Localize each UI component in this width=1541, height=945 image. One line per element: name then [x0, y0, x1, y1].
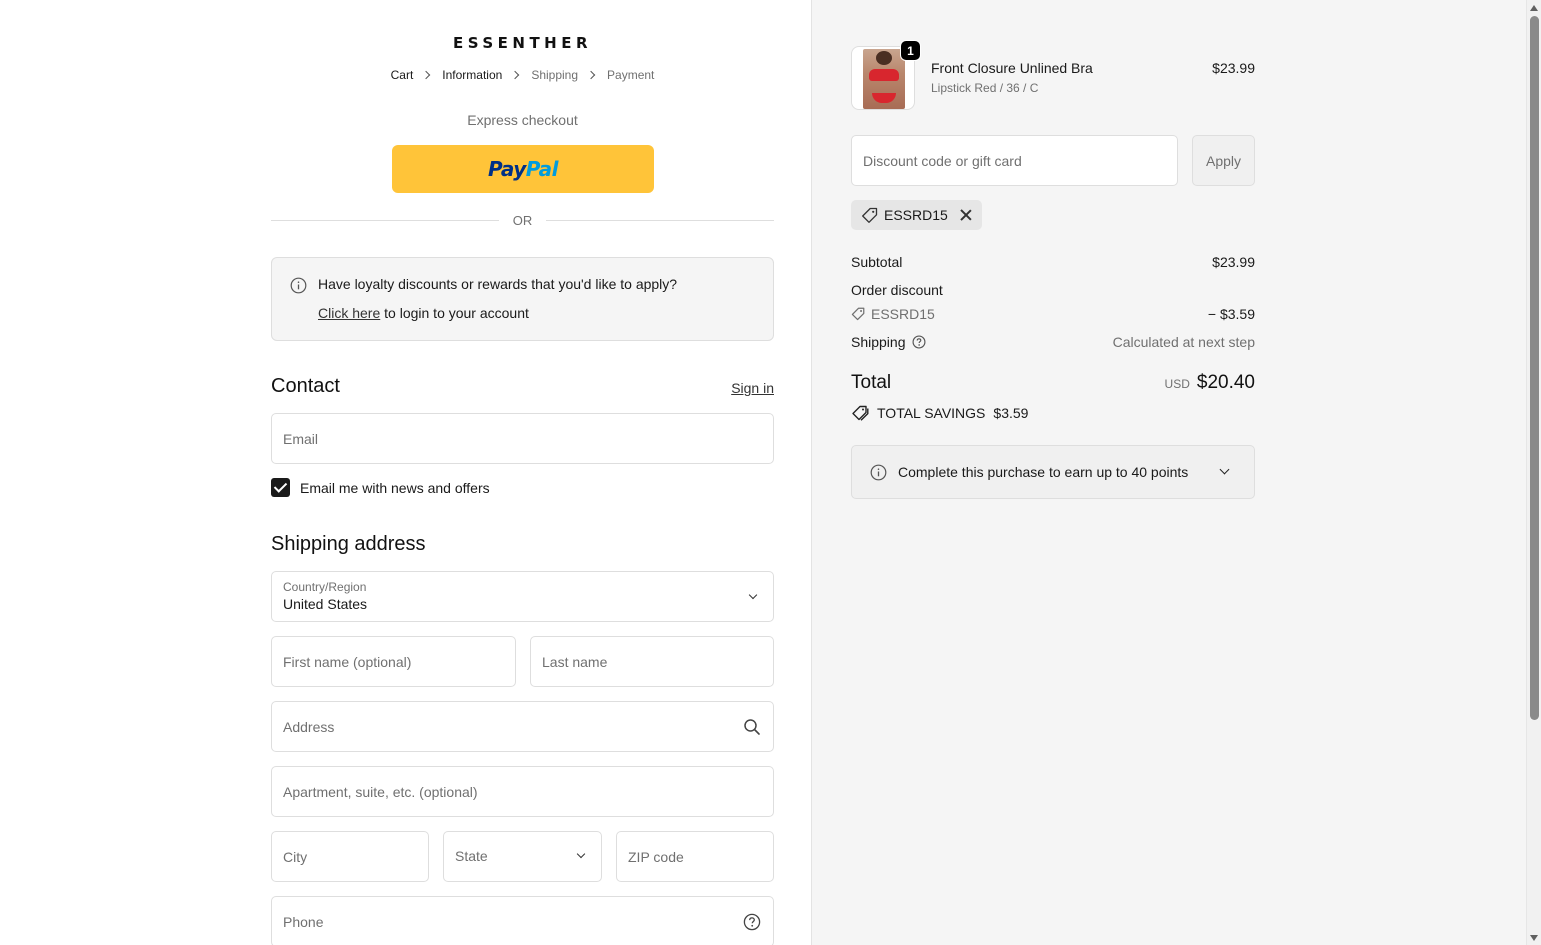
subtotal-value: $23.99	[1212, 254, 1255, 270]
brief-shape	[872, 93, 896, 103]
points-text: Complete this purchase to earn up to 40 …	[898, 464, 1189, 480]
loyalty-points-accordion[interactable]: Complete this purchase to earn up to 40 …	[851, 445, 1255, 499]
zip-code-field[interactable]: ZIP code	[616, 831, 774, 882]
newsletter-label: Email me with news and offers	[300, 479, 490, 496]
scroll-down-arrow-icon[interactable]	[1530, 935, 1538, 941]
phone-placeholder: Phone	[283, 914, 324, 930]
chevron-down-icon	[576, 849, 586, 859]
savings-value: $3.59	[993, 405, 1029, 421]
total-savings: TOTAL SAVINGS $3.59	[851, 405, 1028, 421]
info-circle-icon	[870, 464, 887, 481]
contact-heading: Contact	[271, 375, 340, 397]
tag-icon	[862, 207, 878, 223]
tag-icon	[851, 307, 865, 321]
city-field[interactable]: City	[271, 831, 429, 882]
last-name-placeholder: Last name	[542, 654, 608, 670]
chevron-down-icon	[1219, 464, 1230, 475]
product-variant: Lipstick Red / 36 / C	[931, 81, 1039, 95]
loyalty-login-suffix: to login to your account	[380, 305, 529, 321]
order-discount-row: Order discount	[851, 282, 1255, 298]
subtotal-label: Subtotal	[851, 254, 903, 270]
loyalty-login-link[interactable]: Click here	[318, 305, 380, 321]
apartment-field[interactable]: Apartment, suite, etc. (optional)	[271, 766, 774, 817]
close-icon[interactable]	[960, 209, 972, 221]
bra-shape	[869, 69, 899, 81]
address-field[interactable]: Address	[271, 701, 774, 752]
discount-code-row: ESSRD15 − $3.59	[851, 306, 1255, 322]
model-head-shape	[876, 51, 892, 65]
discount-code-label: ESSRD15	[871, 306, 935, 322]
discount-code-input[interactable]: Discount code or gift card	[851, 135, 1178, 186]
currency-code: USD	[1164, 377, 1190, 391]
newsletter-option[interactable]: Email me with news and offers	[271, 478, 490, 497]
discount-placeholder: Discount code or gift card	[863, 153, 1022, 169]
applied-discount-chip: ESSRD15	[851, 200, 982, 230]
scroll-up-arrow-icon[interactable]	[1530, 5, 1538, 11]
first-name-placeholder: First name (optional)	[283, 654, 412, 670]
breadcrumb-cart[interactable]: Cart	[391, 68, 414, 82]
breadcrumb-payment: Payment	[607, 68, 655, 82]
apply-discount-button[interactable]: Apply	[1192, 135, 1255, 186]
shipping-value: Calculated at next step	[1112, 334, 1255, 350]
product-price: $23.99	[1212, 60, 1255, 76]
paypal-button[interactable]: Pay Pal	[392, 145, 654, 193]
zip-placeholder: ZIP code	[628, 849, 684, 865]
breadcrumb: Cart Information Shipping Payment	[271, 68, 774, 82]
page-scrollbar[interactable]	[1526, 0, 1541, 945]
loyalty-login-text: Click here to login to your account	[318, 305, 529, 321]
breadcrumb-shipping: Shipping	[531, 68, 579, 82]
phone-field[interactable]: Phone	[271, 896, 774, 945]
question-circle-icon[interactable]	[912, 335, 926, 349]
divider-line	[546, 219, 774, 221]
total-row: Total USD $20.40	[851, 372, 1255, 394]
shipping-address-heading: Shipping address	[271, 533, 426, 555]
sign-in-link[interactable]: Sign in	[700, 380, 774, 396]
address-placeholder: Address	[283, 719, 335, 735]
email-placeholder: Email	[283, 431, 319, 447]
product-image	[863, 49, 905, 109]
breadcrumb-information: Information	[442, 68, 503, 82]
discount-amount: − $3.59	[1207, 306, 1255, 322]
loyalty-banner: Have loyalty discounts or rewards that y…	[271, 257, 774, 341]
country-label: Country/Region	[283, 580, 367, 594]
order-discount-label: Order discount	[851, 282, 943, 298]
apartment-placeholder: Apartment, suite, etc. (optional)	[283, 784, 478, 800]
question-circle-icon[interactable]	[743, 913, 761, 931]
quantity-badge: 1	[900, 40, 921, 61]
total-amount: $20.40	[1196, 372, 1255, 393]
chevron-right-icon	[586, 70, 596, 80]
newsletter-checkbox[interactable]	[271, 478, 290, 497]
chevron-down-icon	[748, 590, 758, 600]
last-name-field[interactable]: Last name	[530, 636, 774, 687]
loyalty-question: Have loyalty discounts or rewards that y…	[318, 276, 678, 292]
country-value: United States	[283, 596, 368, 612]
savings-label: TOTAL SAVINGS	[877, 405, 986, 421]
first-name-field[interactable]: First name (optional)	[271, 636, 516, 687]
or-divider: OR	[271, 212, 774, 228]
store-logo[interactable]: ESSENTHER	[271, 34, 774, 52]
applied-code-text: ESSRD15	[884, 207, 948, 223]
state-placeholder: State	[455, 848, 488, 864]
email-field[interactable]: Email	[271, 413, 774, 464]
product-name: Front Closure Unlined Bra	[931, 60, 1093, 76]
chevron-right-icon	[511, 70, 520, 80]
total-label: Total	[851, 372, 892, 393]
info-circle-icon	[290, 277, 307, 294]
search-icon[interactable]	[743, 718, 761, 736]
paypal-logo-pay: Pay	[487, 157, 526, 181]
divider-line	[271, 219, 499, 221]
chevron-right-icon	[422, 70, 431, 80]
scrollbar-thumb[interactable]	[1530, 16, 1539, 720]
paypal-logo-pal: Pal	[525, 157, 559, 181]
country-select[interactable]: Country/Region United States	[271, 571, 774, 622]
shipping-label: Shipping	[851, 334, 906, 350]
shipping-row: Shipping Calculated at next step	[851, 334, 1255, 350]
subtotal-row: Subtotal $23.99	[851, 254, 1255, 270]
city-placeholder: City	[283, 849, 308, 865]
state-select[interactable]: State	[443, 831, 602, 882]
express-checkout-heading: Express checkout	[467, 112, 578, 128]
or-label: OR	[512, 212, 533, 228]
tags-icon	[852, 405, 869, 421]
